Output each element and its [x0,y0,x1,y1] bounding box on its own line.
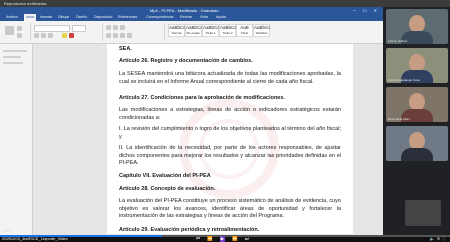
copy-icon[interactable] [17,33,22,38]
play-icon[interactable]: ▶ [219,236,226,242]
player-controls-bar: 3:48:35 20251203_4taSSCE_1rsporte_Video … [0,229,450,242]
tab-diseño[interactable]: Diseño [76,14,87,21]
document-heading: Artículo 27. Condiciones para la aprobac… [119,95,285,101]
skip-forward-icon[interactable]: ⏭ [245,236,249,242]
playback-controls: ⏮ ⏪ ▶ ⏩ ⏭ [196,236,249,242]
navigation-pane [0,44,33,235]
style-name: Normal [171,31,182,35]
numbering-icon[interactable] [113,25,118,30]
window-controls[interactable]: ─ ☐ ✕ [353,7,380,14]
style-option[interactable]: AaB Título [236,24,253,37]
ribbon-toolbar: AaBbCcDd Normal AaBbCcDd Sin espac. AaBbCc Tí… [0,21,383,44]
font-color-icon[interactable] [69,33,74,38]
tab-referencias[interactable]: Referencias [118,14,137,21]
document-heading: Artículo 26. Registro y documentación de… [119,58,253,64]
align-center-icon[interactable] [113,33,118,38]
document-page[interactable]: SEA. Artículo 26. Registro y documentació… [107,44,353,234]
italic-icon[interactable] [41,33,46,38]
tab-correspondencia[interactable]: Correspondencia [146,14,173,21]
participant-tile[interactable] [386,126,448,161]
nav-line [3,62,23,64]
document-paragraph: II. La identificación de la necesidad, p… [119,145,341,167]
document-heading: SEA. [119,46,132,52]
justify-icon[interactable] [127,33,132,38]
word-window-title: Mp4 - PI-PEA - Modificado - Guardado [150,8,219,13]
document-heading: Artículo 29. Evaluación periódica y retr… [119,227,260,233]
document-heading: Capítulo VII. Evaluación del PI-PEA [119,173,211,179]
participant-name: Rosa Isela Páez [388,117,410,121]
font-name-select[interactable] [34,25,70,32]
paste-icon[interactable] [5,26,14,35]
fullscreen-icon[interactable]: ⛶ [442,236,447,241]
document-paragraph: Las modificaciones a estrategias, líneas… [119,107,341,121]
align-right-icon[interactable] [120,33,125,38]
tab-archivo[interactable]: Archivo [6,14,18,21]
bold-icon[interactable] [34,33,39,38]
font-group [32,23,103,41]
ribbon-tabs: Archivo Inicio Insertar Dibujar Diseño Dispos… [0,14,383,21]
player-title: Reproductor multimedia [4,1,47,6]
tab-dibujar[interactable]: Dibujar [58,14,69,21]
cut-icon[interactable] [17,26,22,31]
participant-tile[interactable]: Carlos Guadalupe Sosa [386,48,448,83]
word-title-bar: Mp4 - PI-PEA - Modificado - Guardado ─ ☐… [0,7,383,14]
style-name: Título 2 [222,31,233,35]
player-right-controls: 🔈⚙⛶ [430,236,447,242]
style-option[interactable]: AaBbCc Subtítulo [253,24,271,37]
underline-icon[interactable] [48,33,53,38]
video-file-name: 20251203_4taSSCE_1rsporte_Video [2,236,68,241]
nav-line [3,50,27,52]
tab-inicio[interactable]: Inicio [24,14,37,21]
right-margin-area [353,44,383,235]
participant-body [401,148,433,161]
participant-tile[interactable]: Luis E. Gálvez [386,9,448,44]
volume-icon[interactable]: 🔈 [430,236,437,241]
tab-insertar[interactable]: Insertar [40,14,52,21]
style-option[interactable]: AaBbCc Título 2 [219,24,237,37]
style-option[interactable]: AaBbCcDd Normal [168,24,191,37]
style-name: Título 1 [205,31,216,35]
skip-back-icon[interactable]: ⏮ [196,236,200,242]
clipboard-group [2,23,31,41]
participant-tile[interactable]: Rosa Isela Páez [386,87,448,122]
style-name: Título [240,31,249,35]
document-paragraph: I. La revisión del cumplimiento o logro … [119,126,341,140]
style-name: Sin espac. [186,31,201,35]
nav-line [3,56,21,58]
tab-ayuda[interactable]: Ayuda [216,14,226,21]
bullets-icon[interactable] [106,25,111,30]
multilevel-list-icon[interactable] [120,25,125,30]
style-option[interactable]: AaBbCc Título 1 [202,24,220,37]
word-window: Mp4 - PI-PEA - Modificado - Guardado ─ ☐… [0,7,383,235]
rewind-icon[interactable]: ⏪ [207,236,213,242]
self-view-tile [405,200,441,226]
align-left-icon[interactable] [106,33,111,38]
forward-icon[interactable]: ⏩ [232,236,238,242]
font-size-select[interactable] [72,25,86,32]
document-paragraph: La evaluación del PI-PEA constituye un p… [119,198,341,220]
tab-revisar[interactable]: Revisar [180,14,192,21]
tab-vista[interactable]: Vista [200,14,208,21]
paragraph-group [104,23,165,41]
participant-name: Carlos Guadalupe Sosa [388,78,420,82]
highlight-icon[interactable] [62,33,67,38]
document-paragraph: La SESEA mantendrá una bitácora actualiz… [119,71,341,85]
player-title-bar: Reproductor multimedia [0,0,450,7]
participant-name: Luis E. Gálvez [388,39,408,43]
style-name: Subtítulo [255,31,268,35]
style-option[interactable]: AaBbCcDd Sin espac. [185,24,208,37]
document-heading: Artículo 28. Concepto de evaluación. [119,186,216,192]
time-elapsed: 3:48:35 [2,229,13,233]
tab-disposición[interactable]: Disposición [94,14,112,21]
